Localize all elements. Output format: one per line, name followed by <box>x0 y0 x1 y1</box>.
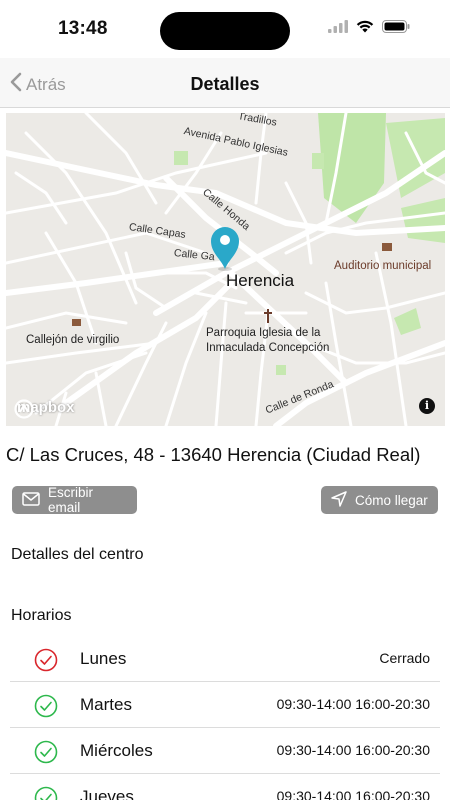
schedule-heading: Horarios <box>11 607 72 624</box>
email-button-label: Escribir email <box>48 485 94 515</box>
mapbox-logo[interactable]: mapbox <box>14 399 75 419</box>
schedule-day: Martes <box>80 695 132 714</box>
schedule-hours: 09:30-14:00 16:00-20:30 <box>276 788 430 800</box>
schedule-day: Lunes <box>80 649 127 668</box>
envelope-icon <box>22 491 40 509</box>
navigation-bar: Atrás Detalles <box>0 58 450 108</box>
status-bar: 13:48 <box>0 0 450 58</box>
wifi-icon <box>356 20 374 38</box>
schedule-hours: 09:30-14:00 16:00-20:30 <box>276 742 430 758</box>
schedule-hours: Cerrado <box>379 650 430 666</box>
map-info-icon[interactable]: i <box>419 398 435 414</box>
signal-icon <box>328 20 348 38</box>
email-button[interactable]: Escribir email <box>12 485 137 515</box>
closed-icon <box>34 648 58 677</box>
center-details-heading: Detalles del centro <box>11 546 144 563</box>
schedule-row-jueves: Jueves 09:30-14:00 16:00-20:30 <box>10 774 440 800</box>
schedule-row-martes: Martes 09:30-14:00 16:00-20:30 <box>10 682 440 728</box>
navigation-arrow-icon <box>331 490 347 510</box>
directions-button-label: Cómo llegar <box>355 492 428 508</box>
dynamic-island <box>160 12 290 50</box>
poi-parroquia-label-line2: Inmaculada Concepción <box>206 342 330 354</box>
schedule-hours: 09:30-14:00 16:00-20:30 <box>276 696 430 712</box>
schedule-day: Jueves <box>80 787 134 800</box>
map-view[interactable]: Tradillos Avenida Pablo Iglesias Calle H… <box>6 113 445 426</box>
poi-auditorio-label: Auditorio municipal <box>334 260 432 272</box>
schedule-list: Lunes Cerrado Martes 09:30-14:00 16:00-2… <box>10 636 440 800</box>
directions-button[interactable]: Cómo llegar <box>321 486 438 514</box>
schedule-row-miercoles: Miércoles 09:30-14:00 16:00-20:30 <box>10 728 440 774</box>
open-check-icon <box>34 694 58 723</box>
open-check-icon <box>34 740 58 769</box>
schedule-day: Miércoles <box>80 741 153 760</box>
city-label: Herencia <box>226 271 295 290</box>
schedule-row-lunes: Lunes Cerrado <box>10 636 440 682</box>
battery-icon <box>382 20 410 38</box>
poi-parroquia-label-line1: Parroquia Iglesia de la <box>206 327 321 339</box>
open-check-icon <box>34 786 58 800</box>
poi-callejon-label: Callejón de virgilio <box>26 334 120 346</box>
status-icons <box>328 20 410 38</box>
page-title: Detalles <box>190 74 260 94</box>
center-address: C/ Las Cruces, 48 - 13640 Herencia (Ciud… <box>6 444 421 465</box>
status-time: 13:48 <box>58 18 108 39</box>
